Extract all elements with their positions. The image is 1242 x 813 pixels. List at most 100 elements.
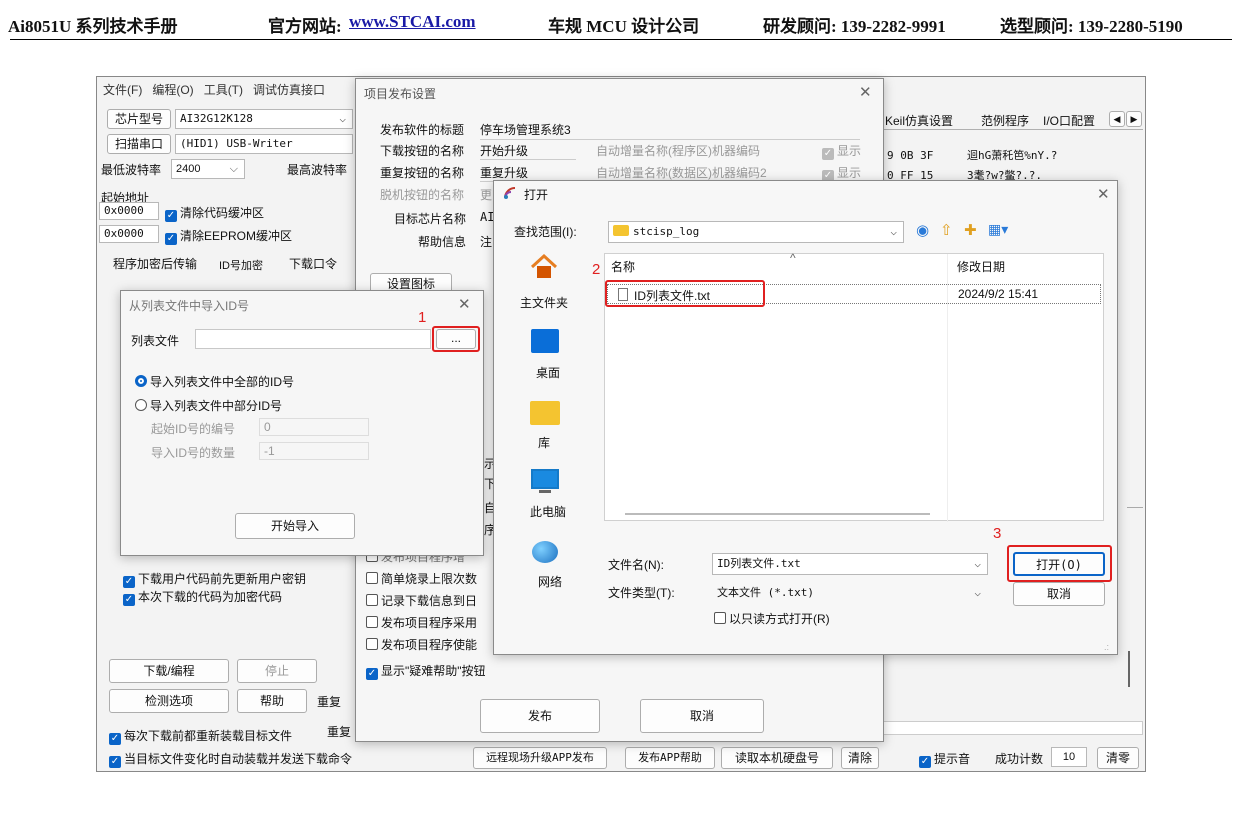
publish-button[interactable]: 发布 [480, 699, 600, 733]
readonly-checkbox[interactable]: 以只读方式打开(R) [714, 610, 830, 627]
col-name-header[interactable]: 名称 [611, 258, 635, 275]
clear-eeprom-checkbox[interactable]: ✓ 清除EEPROM缓冲区 [165, 227, 292, 245]
update-key-checkbox[interactable]: ✓ 下载用户代码前先更新用户密钥 [123, 570, 306, 588]
scan-port-button[interactable]: 扫描串口 [107, 134, 171, 154]
addr2-input[interactable]: 0x0000 [99, 225, 159, 243]
chip-type-select[interactable]: AI32G12K128 ⌵ [175, 109, 353, 129]
company-tagline: 车规 MCU 设计公司 [548, 17, 700, 36]
option-enable[interactable]: 发布项目程序使能 [366, 636, 477, 653]
tab-io-config[interactable]: I/O口配置 [1043, 112, 1107, 129]
clear-log-button[interactable]: 清除 [841, 747, 879, 769]
filename-label: 文件名(N): [608, 558, 664, 572]
radio-import-all[interactable]: 导入列表文件中全部的ID号 [135, 373, 294, 390]
chevron-down-icon: ⌵ [974, 557, 981, 570]
show-checkbox-1[interactable]: ✓ 显示 [822, 142, 861, 160]
close-icon[interactable]: ✕ [1097, 185, 1110, 203]
help-info-label: 帮助信息 [418, 235, 467, 249]
tab-right-arrow-icon[interactable]: ▶ [1126, 111, 1142, 127]
publish-cancel-button[interactable]: 取消 [640, 699, 764, 733]
remote-upgrade-button[interactable]: 远程现场升级APP发布 [473, 747, 607, 769]
col-date-header[interactable]: 修改日期 [957, 258, 1005, 275]
view-menu-icon[interactable]: ▦▾ [988, 221, 1008, 238]
look-in-label: 查找范围(I): [514, 225, 577, 239]
menu-file[interactable]: 文件(F) [103, 83, 142, 97]
network-icon [532, 541, 558, 563]
menu-tools[interactable]: 工具(T) [204, 83, 243, 97]
import-dialog-title: 从列表文件中导入ID号 [129, 299, 250, 313]
filename-input[interactable]: ID列表文件.txt ⌵ [712, 553, 988, 575]
place-home[interactable]: 主文件夹 [520, 294, 568, 311]
app-help-button[interactable]: 发布APP帮助 [625, 747, 715, 769]
place-desktop[interactable]: 桌面 [536, 364, 560, 381]
import-id-dialog: 从列表文件中导入ID号 ✕ 列表文件 ... 导入列表文件中全部的ID号 导入列… [120, 290, 484, 556]
count-label: 导入ID号的数量 [151, 446, 236, 460]
option-log[interactable]: 记录下载信息到日 [366, 592, 477, 609]
tab-encrypt-transfer[interactable]: 程序加密后传输 [113, 255, 197, 272]
tab-left-arrow-icon[interactable]: ◀ [1109, 111, 1125, 127]
site-link[interactable]: www.STCAI.com [349, 12, 476, 32]
close-icon[interactable]: ✕ [859, 83, 872, 101]
open-cancel-button[interactable]: 取消 [1013, 582, 1105, 606]
highlight-box-3 [1007, 545, 1112, 582]
tab-download-password[interactable]: 下载口令 [289, 255, 337, 272]
back-icon[interactable]: ◉ [916, 221, 929, 239]
min-baud-select[interactable]: 2400 ⌵ [171, 159, 245, 179]
offline-btn-input[interactable]: 更 [480, 186, 492, 203]
radio-import-part[interactable]: 导入列表文件中部分ID号 [135, 397, 282, 414]
start-import-button[interactable]: 开始导入 [235, 513, 355, 539]
checkmark-icon: ✓ [123, 594, 135, 606]
new-folder-icon[interactable]: ✚ [964, 221, 977, 239]
folder-icon [613, 225, 629, 236]
step-number-1: 1 [418, 309, 427, 326]
tab-keil[interactable]: Keil仿真设置 [885, 112, 953, 129]
filetype-select[interactable]: 文本文件 (*.txt) ⌵ [712, 582, 988, 604]
menu-program[interactable]: 编程(O) [152, 83, 193, 97]
help-info-value[interactable]: 注 [480, 233, 492, 250]
clear-code-checkbox[interactable]: ✓ 清除代码缓冲区 [165, 204, 264, 222]
resize-grip-icon[interactable]: .: [1104, 642, 1109, 652]
scrollbar-thumb[interactable] [1128, 651, 1130, 687]
close-icon[interactable]: ✕ [458, 295, 471, 313]
checkmark-icon: ✓ [165, 210, 177, 222]
tab-id-encrypt[interactable]: ID号加密 [219, 257, 263, 273]
target-chip-label: 目标芯片名称 [394, 212, 467, 226]
status-strip [881, 721, 1143, 735]
stop-button[interactable]: 停止 [237, 659, 317, 683]
hscroll-bar[interactable] [625, 513, 930, 515]
option-adopt[interactable]: 发布项目程序采用 [366, 614, 477, 631]
option-burn-limit[interactable]: 简单烧录上限次数 [366, 570, 477, 587]
look-in-select[interactable]: stcisp_log ⌵ [608, 221, 904, 243]
read-disk-button[interactable]: 读取本机硬盘号 [721, 747, 833, 769]
title-input[interactable]: 停车场管理系统3 [480, 121, 860, 140]
place-this-pc[interactable]: 此电脑 [530, 503, 566, 520]
filetype-label: 文件类型(T): [608, 586, 675, 600]
count-input[interactable]: -1 [259, 442, 369, 460]
checkmark-icon: ✓ [109, 756, 121, 768]
title-label: 发布软件的标题 [380, 123, 465, 137]
download-btn-input[interactable]: 开始升级 [480, 142, 576, 160]
sound-checkbox[interactable]: ✓ 提示音 [919, 750, 970, 768]
offline-btn-label: 脱机按钮的名称 [380, 188, 465, 202]
open-dialog-title: 打开 [524, 188, 549, 202]
place-library[interactable]: 库 [538, 434, 550, 451]
tab-examples[interactable]: 范例程序 [981, 112, 1029, 129]
reload-each-checkbox[interactable]: ✓ 每次下载前都重新装载目标文件 [109, 727, 292, 745]
checkmark-icon: ✓ [165, 233, 177, 245]
encrypted-code-checkbox[interactable]: ✓ 本次下载的代码为加密代码 [123, 588, 282, 606]
page-header: Ai8051U 系列技术手册 官方网站: www.STCAI.com 车规 MC… [0, 0, 1242, 42]
check-options-button[interactable]: 检测选项 [109, 689, 229, 713]
list-file-input[interactable] [195, 329, 431, 349]
help-button[interactable]: 帮助 [237, 689, 307, 713]
auto-inc-1: 自动增量名称(程序区)机器编码 [596, 144, 760, 158]
checkmark-icon: ✓ [109, 733, 121, 745]
show-help-checkbox[interactable]: ✓ 显示"疑难帮助"按钮 [366, 662, 486, 680]
start-id-input[interactable]: 0 [259, 418, 369, 436]
clear-count-button[interactable]: 清零 [1097, 747, 1139, 769]
up-folder-icon[interactable]: ⇧ [940, 221, 953, 239]
menu-debug[interactable]: 调试仿真接口 [253, 83, 325, 97]
port-select[interactable]: (HID1) USB-Writer [175, 134, 353, 154]
addr1-input[interactable]: 0x0000 [99, 202, 159, 220]
place-network[interactable]: 网络 [538, 573, 562, 590]
download-program-button[interactable]: 下载/编程 [109, 659, 229, 683]
auto-load-checkbox[interactable]: ✓ 当目标文件变化时自动装载并发送下载命令 [109, 750, 352, 768]
